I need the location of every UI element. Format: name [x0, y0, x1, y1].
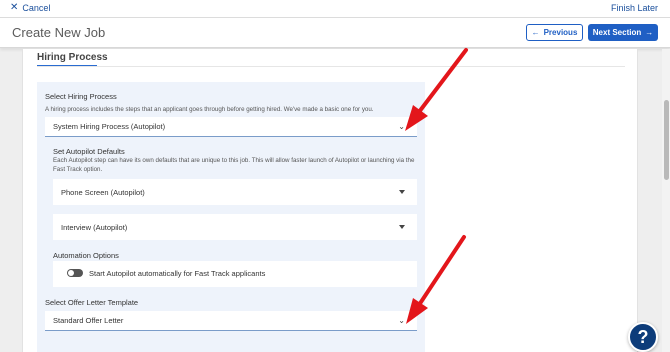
autopilot-defaults-help: Each Autopilot step can have its own def…: [53, 157, 415, 173]
section-divider: [37, 66, 625, 67]
cancel-link[interactable]: ✕ Cancel: [10, 2, 51, 14]
finish-later-link[interactable]: Finish Later: [611, 3, 658, 13]
fast-track-toggle-label: Start Autopilot automatically for Fast T…: [89, 269, 266, 278]
phone-screen-select[interactable]: Phone Screen (Autopilot): [53, 179, 417, 205]
chevron-down-icon: ⌄: [398, 122, 405, 131]
offer-letter-label: Select Offer Letter Template: [45, 298, 139, 307]
fast-track-toggle[interactable]: [67, 269, 83, 277]
hiring-process-label: Select Hiring Process: [45, 92, 117, 101]
top-bar: ✕ Cancel Finish Later: [0, 0, 670, 18]
fast-track-toggle-row: Start Autopilot automatically for Fast T…: [53, 261, 417, 287]
scrollbar-thumb[interactable]: [664, 100, 669, 180]
section-title: Hiring Process: [37, 52, 108, 63]
interview-select[interactable]: Interview (Autopilot): [53, 214, 417, 240]
help-button[interactable]: ?: [628, 322, 658, 352]
offer-letter-select[interactable]: Standard Offer Letter ⌄: [45, 311, 417, 331]
next-section-button-label: Next Section: [592, 28, 642, 37]
next-section-button[interactable]: Next Section →: [588, 24, 658, 41]
chevron-down-icon: ⌄: [398, 316, 405, 325]
arrow-left-icon: ←: [531, 28, 540, 37]
arrow-right-icon: →: [645, 28, 654, 37]
interview-value: Interview (Autopilot): [61, 222, 128, 232]
autopilot-defaults-label: Set Autopilot Defaults: [53, 147, 125, 156]
close-icon: ✕: [10, 2, 19, 13]
section-title-underline: [37, 65, 97, 66]
offer-letter-value: Standard Offer Letter: [53, 316, 124, 325]
caret-down-icon: [399, 225, 405, 229]
scrollbar-track[interactable]: [662, 49, 670, 352]
automation-options-label: Automation Options: [53, 251, 119, 260]
previous-button-label: Previous: [543, 28, 578, 37]
phone-screen-value: Phone Screen (Autopilot): [61, 187, 145, 197]
cancel-label: Cancel: [22, 3, 51, 13]
page-title: Create New Job: [12, 25, 106, 40]
caret-down-icon: [399, 190, 405, 194]
previous-button[interactable]: ← Previous: [526, 24, 583, 41]
hiring-process-value: System Hiring Process (Autopilot): [53, 122, 166, 131]
hiring-process-select[interactable]: System Hiring Process (Autopilot) ⌄: [45, 117, 417, 137]
toggle-knob: [68, 270, 74, 276]
page-header: Create New Job ← Previous Next Section →: [0, 18, 670, 48]
hiring-process-help: A hiring process includes the steps that…: [45, 106, 374, 113]
